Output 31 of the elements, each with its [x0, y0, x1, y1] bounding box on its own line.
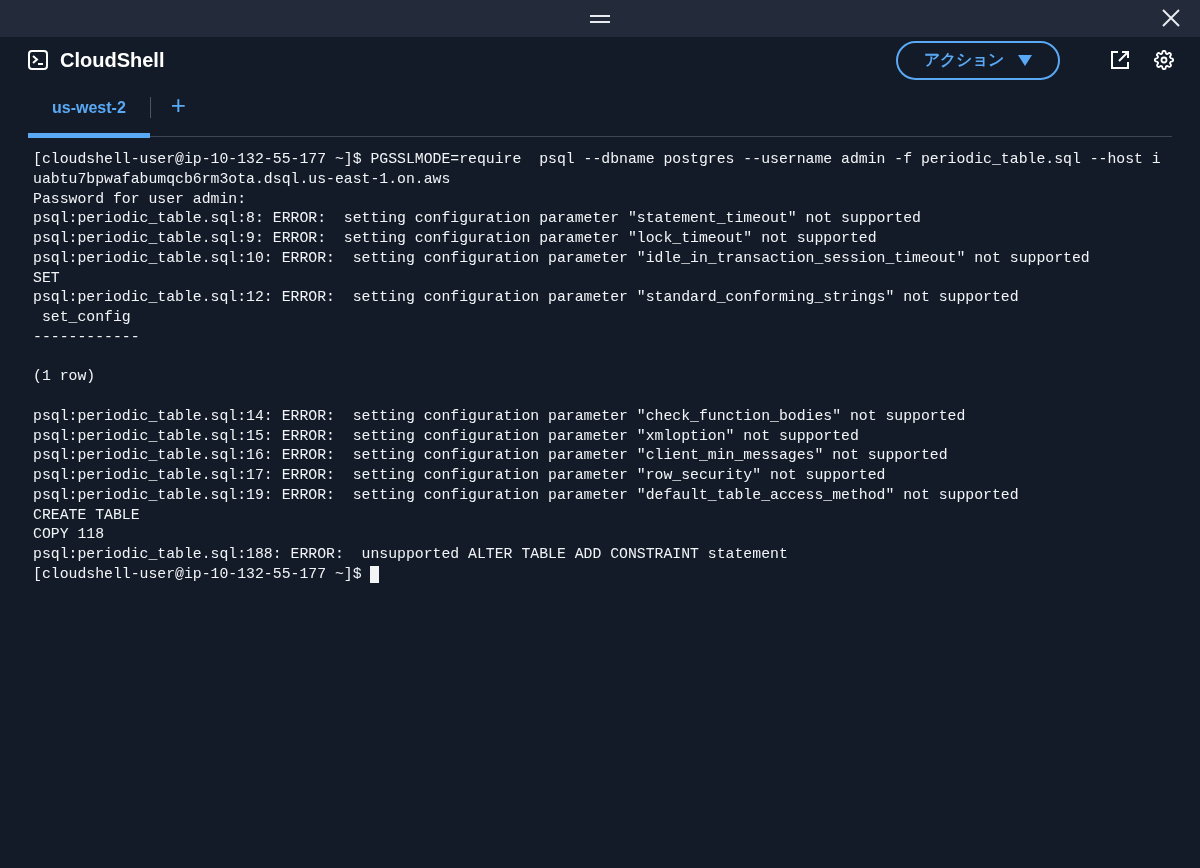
terminal-line: set_config: [40, 308, 131, 327]
terminal-line: psql:periodic_table.sql:16: ERROR: setting configuration parameter "client_min_messages" not supported: [33, 446, 948, 466]
app-title: CloudShell: [60, 48, 166, 72]
open-external-icon[interactable]: [1110, 50, 1130, 70]
add-tab-button[interactable]: +: [150, 75, 206, 136]
close-button[interactable]: [1160, 7, 1182, 29]
terminal-line: psql:periodic_table.sql:19: ERROR: setting configuration parameter "default_table_access_method" not supported: [33, 485, 1019, 505]
terminal-line: psql:periodic_table.sql:188: ERROR: unsupported ALTER TABLE ADD CONSTRAINT statement: [33, 545, 788, 564]
terminal-line: psql:periodic_table.sql:17: ERROR: setting configuration parameter "row_security" not supported: [33, 466, 886, 485]
settings-icon[interactable]: [1154, 50, 1174, 70]
terminal-prompt: [cloudshell-user@ip-10-132-55-177 ~]$: [33, 564, 363, 584]
terminal-line: COPY 118: [33, 525, 105, 545]
terminal-line: Password for user admin:: [33, 189, 247, 209]
actions-button[interactable]: アクション: [896, 40, 1060, 80]
terminal-line: (1 row): [33, 367, 96, 387]
terminal-line: CREATE TABLE: [33, 505, 140, 525]
terminal-cursor: [370, 566, 380, 584]
drag-handle-icon[interactable]: [590, 13, 610, 24]
terminal-line: [cloudshell-user@ip-10-132-55-177 ~]$ PGSSLMODE=require psql --dbname postgres --username admin -f periodic_table.sql --host i: [33, 150, 1161, 169]
terminal-line: psql:periodic_table.sql:12: ERROR: setting configuration parameter "standard_conforming_strings" not supported: [33, 288, 1019, 308]
terminal-line: uabtu7bpwafabumqcb6rm3ota.dsql.us-east-1.on.aws: [33, 169, 451, 189]
terminal-line: ------------: [33, 327, 140, 347]
terminal-line: psql:periodic_table.sql:15: ERROR: setting configuration parameter "xmloption" not supported: [33, 426, 859, 446]
terminal-line: psql:periodic_table.sql:8: ERROR: setting configuration parameter "statement_timeout" not supported: [33, 209, 921, 229]
region-tab[interactable]: us-west-2: [28, 83, 150, 138]
terminal-line: psql:periodic_table.sql:10: ERROR: setting configuration parameter "idle_in_transaction_session_timeout" not supported: [33, 248, 1090, 268]
terminal-line: SET: [33, 268, 60, 288]
caret-icon: [1018, 54, 1032, 66]
terminal-icon: [28, 50, 48, 70]
terminal-line: psql:periodic_table.sql:14: ERROR: setting configuration parameter "check_function_bodies" not supported: [33, 406, 966, 426]
terminal-line: psql:periodic_table.sql:9: ERROR: setting configuration parameter "lock_timeout" not supported: [33, 229, 877, 248]
